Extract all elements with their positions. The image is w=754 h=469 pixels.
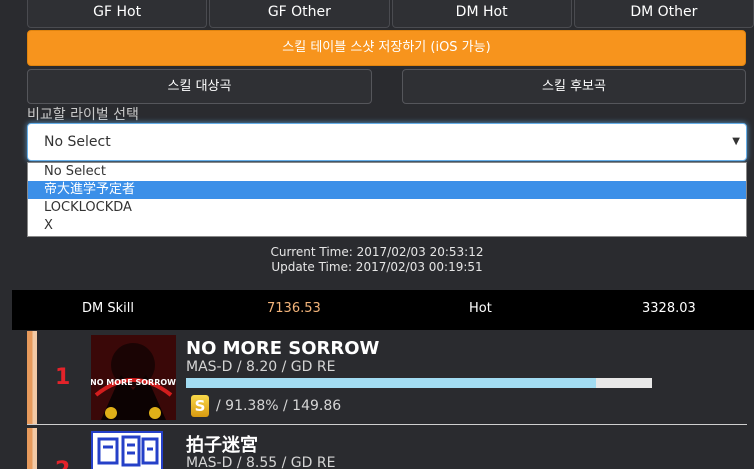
version-tabs: GF Hot GF Other DM Hot DM Other: [27, 0, 754, 28]
song-jacket-image: NO MORE SORROW: [91, 335, 176, 420]
song-score: / 91.38% / 149.86: [216, 398, 342, 414]
row-stripe: [27, 331, 37, 424]
save-screenshot-button[interactable]: 스킬 테이블 스샷 저장하기 (iOS 가능): [27, 30, 746, 66]
rival-select-value: No Select: [44, 134, 111, 150]
tab-dm-hot[interactable]: DM Hot: [391, 0, 572, 28]
rank-badge-s: S: [191, 395, 209, 417]
rival-select-label: 비교할 라이벌 선택: [27, 107, 139, 123]
song-meta: MAS-D / 8.20 / GD RE: [186, 359, 336, 375]
tab-gf-hot[interactable]: GF Hot: [27, 0, 208, 28]
rival-option[interactable]: LOCKLOCKDA: [28, 199, 746, 217]
tab-dm-other[interactable]: DM Other: [573, 0, 754, 28]
rival-option[interactable]: X: [28, 217, 746, 235]
hot-label: Hot: [469, 301, 492, 316]
rival-dropdown: No Select 帝大進学予定者 LOCKLOCKDA X: [27, 162, 747, 237]
tab-gf-other[interactable]: GF Other: [209, 0, 390, 28]
dm-skill-value: 7136.53: [267, 301, 321, 316]
song-rank: 1: [55, 365, 71, 390]
song-row[interactable]: 2 拍子迷宮 MAS-D / 8.55 / GD RE: [27, 428, 747, 469]
rival-option-highlighted[interactable]: 帝大進学予定者: [28, 181, 746, 199]
song-title: 拍子迷宮: [186, 435, 258, 456]
hot-value: 3328.03: [642, 301, 696, 316]
achievement-progress: [186, 378, 652, 388]
dm-skill-label: DM Skill: [82, 301, 134, 316]
rival-option[interactable]: No Select: [28, 163, 746, 181]
song-rank: 2: [55, 458, 70, 469]
row-stripe: [27, 428, 37, 469]
caret-down-icon: ▼: [732, 136, 740, 147]
skill-target-button[interactable]: 스킬 대상곡: [27, 69, 372, 104]
time-info: Current Time: 2017/02/03 20:53:12 Update…: [0, 245, 754, 275]
song-row[interactable]: 1 NO MORE SORROW NO MORE SORROW MAS-D / …: [27, 331, 747, 425]
current-time: Current Time: 2017/02/03 20:53:12: [270, 245, 484, 259]
update-time: Update Time: 2017/02/03 00:19:51: [271, 260, 483, 274]
skill-candidate-button[interactable]: 스킬 후보곡: [402, 69, 746, 104]
svg-text:NO MORE SORROW: NO MORE SORROW: [91, 378, 176, 387]
song-meta: MAS-D / 8.55 / GD RE: [186, 455, 336, 469]
achievement-progress-fill: [186, 378, 597, 388]
rival-select[interactable]: No Select ▼: [27, 123, 747, 161]
skill-stat-bar: DM Skill 7136.53 Hot 3328.03: [12, 290, 754, 330]
song-jacket-image: [91, 431, 163, 469]
song-title: NO MORE SORROW: [186, 338, 380, 359]
